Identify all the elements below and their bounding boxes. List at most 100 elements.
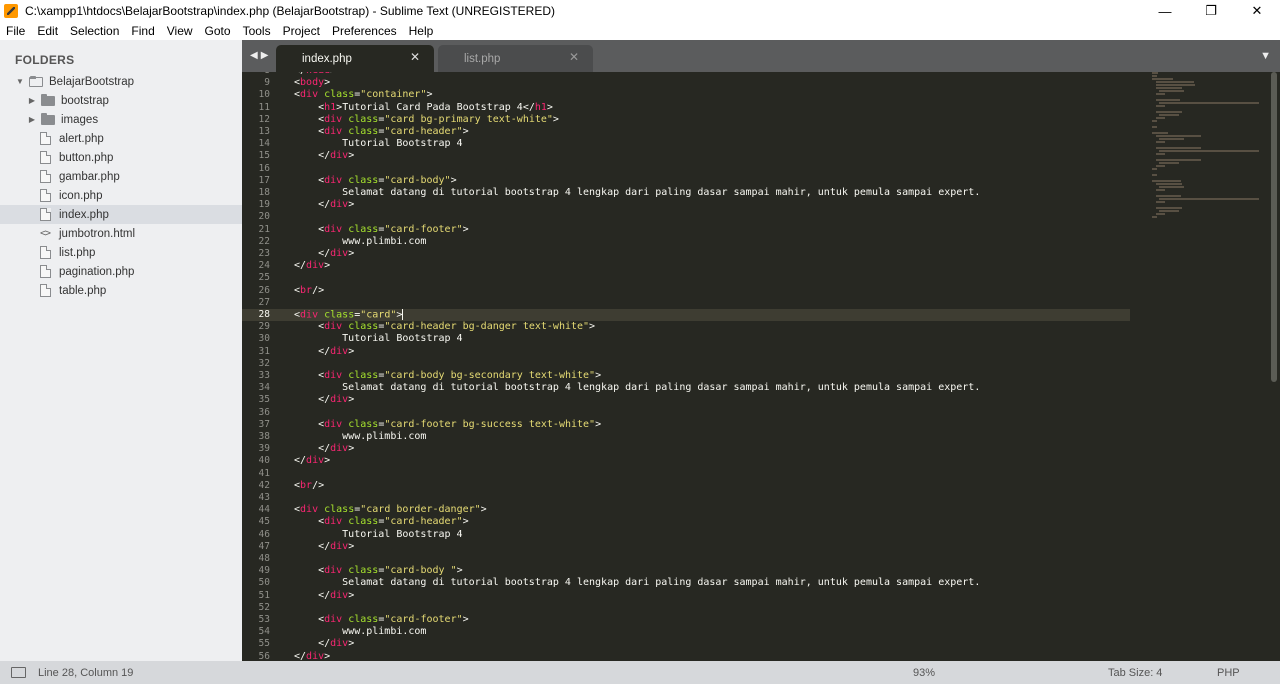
code-line[interactable] — [294, 468, 1130, 480]
code-editor[interactable]: 8910111213141516171819202122232425262728… — [242, 72, 1280, 661]
code-line[interactable] — [294, 358, 1130, 370]
code-line[interactable]: <h1>Tutorial Card Pada Bootstrap 4</h1> — [294, 102, 1130, 114]
sidebar-item-gambar-php[interactable]: gambar.php — [0, 167, 242, 186]
code-line[interactable]: <div class="card-footer"> — [294, 224, 1130, 236]
code-line[interactable]: <br/> — [294, 285, 1130, 297]
code-line[interactable]: Selamat datang di tutorial bootstrap 4 l… — [294, 382, 1130, 394]
minimap-line — [1155, 153, 1165, 155]
sidebar-item-index-php[interactable]: index.php — [0, 205, 242, 224]
sidebar-item-button-php[interactable]: button.php — [0, 148, 242, 167]
tab-close-icon[interactable]: ✕ — [410, 50, 420, 64]
code-line[interactable]: www.plimbi.com — [294, 626, 1130, 638]
code-line[interactable]: <div class="container"> — [294, 89, 1130, 101]
code-line[interactable]: <div class="card-header"> — [294, 126, 1130, 138]
line-number: 11 — [258, 101, 270, 113]
code-line[interactable]: Tutorial Bootstrap 4 — [294, 529, 1130, 541]
code-line[interactable]: Tutorial Bootstrap 4 — [294, 333, 1130, 345]
code-line[interactable]: <div class="card border-danger"> — [294, 504, 1130, 516]
code-line[interactable]: <div class="card-body bg-secondary text-… — [294, 370, 1130, 382]
code-line[interactable]: </div> — [294, 150, 1130, 162]
menu-project[interactable]: Project — [277, 24, 326, 38]
menu-help[interactable]: Help — [403, 24, 440, 38]
caret-right-icon[interactable]: ▶ — [27, 96, 37, 106]
code-line[interactable] — [294, 272, 1130, 284]
code-line[interactable]: www.plimbi.com — [294, 431, 1130, 443]
code-line[interactable]: <div class="card"> — [294, 309, 1130, 322]
syntax-selector[interactable]: PHP — [1217, 667, 1240, 679]
code-line[interactable]: <div class="card-footer bg-success text-… — [294, 419, 1130, 431]
tab-bar: ◀▶ index.php ✕ list.php ✕ ▼ — [242, 40, 1280, 72]
code-line[interactable]: <div class="card-body"> — [294, 175, 1130, 187]
caret-down-icon[interactable]: ▼ — [15, 77, 25, 87]
code-line[interactable]: Selamat datang di tutorial bootstrap 4 l… — [294, 577, 1130, 589]
close-window-button[interactable]: ✕ — [1234, 0, 1280, 22]
menu-find[interactable]: Find — [125, 24, 160, 38]
minimize-button[interactable]: — — [1142, 0, 1188, 22]
caret-right-icon[interactable]: ▶ — [27, 115, 37, 125]
tab-list-php[interactable]: list.php ✕ — [438, 45, 593, 72]
code-line[interactable] — [294, 602, 1130, 614]
code-line[interactable]: </div> — [294, 651, 1130, 661]
menu-tools[interactable]: Tools — [237, 24, 277, 38]
sidebar-item-images[interactable]: ▶ images — [0, 110, 242, 129]
code-line[interactable]: </div> — [294, 443, 1130, 455]
line-number: 9 — [264, 77, 270, 89]
code-line[interactable]: <div class="card-footer"> — [294, 614, 1130, 626]
code-line[interactable]: </div> — [294, 394, 1130, 406]
code-line[interactable] — [294, 492, 1130, 504]
code-file-icon: <> — [40, 228, 51, 239]
tree-root-folder[interactable]: ▼ BelajarBootstrap — [0, 72, 242, 91]
minimap[interactable] — [1152, 72, 1262, 218]
code-line[interactable]: <div class="card-header"> — [294, 516, 1130, 528]
sidebar-item-pagination-php[interactable]: pagination.php — [0, 262, 242, 281]
tab-close-icon[interactable]: ✕ — [569, 50, 579, 64]
sidebar-item-alert-php[interactable]: alert.php — [0, 129, 242, 148]
panel-toggle-icon[interactable] — [11, 667, 26, 678]
sidebar-item-jumbotron-html[interactable]: <> jumbotron.html — [0, 224, 242, 243]
tab-nav-arrows-icon[interactable]: ◀▶ — [250, 50, 271, 61]
code-line[interactable]: </div> — [294, 346, 1130, 358]
minimap-line — [1155, 81, 1195, 83]
minimap-line — [1155, 87, 1182, 89]
code-line[interactable]: </div> — [294, 455, 1130, 467]
menu-edit[interactable]: Edit — [31, 24, 64, 38]
menu-preferences[interactable]: Preferences — [326, 24, 403, 38]
sidebar-item-list-php[interactable]: list.php — [0, 243, 242, 262]
menu-goto[interactable]: Goto — [199, 24, 237, 38]
code-line[interactable]: </div> — [294, 590, 1130, 602]
tab-index-php[interactable]: index.php ✕ — [276, 45, 434, 72]
code-line[interactable]: <div class="card-header bg-danger text-w… — [294, 321, 1130, 333]
minimap-line — [1155, 213, 1165, 215]
code-line[interactable]: <br/> — [294, 480, 1130, 492]
sidebar-item-icon-php[interactable]: icon.php — [0, 186, 242, 205]
sublime-logo-icon — [4, 4, 18, 18]
code-line[interactable] — [294, 553, 1130, 565]
code-line[interactable] — [294, 297, 1130, 309]
code-line[interactable]: </div> — [294, 541, 1130, 553]
code-line[interactable]: <div class="card bg-primary text-white"> — [294, 114, 1130, 126]
code-line[interactable]: <div class="card-body "> — [294, 565, 1130, 577]
sidebar-item-bootstrap[interactable]: ▶ bootstrap — [0, 91, 242, 110]
minimap-line — [1159, 114, 1179, 116]
line-number: 34 — [258, 382, 270, 394]
code-area[interactable]: </head><body><div class="container"> <h1… — [294, 72, 1130, 661]
code-line[interactable] — [294, 211, 1130, 223]
menu-file[interactable]: File — [0, 24, 31, 38]
sidebar-item-table-php[interactable]: table.php — [0, 281, 242, 300]
tab-list-dropdown-icon[interactable]: ▼ — [1260, 50, 1271, 62]
code-line[interactable]: </div> — [294, 260, 1130, 272]
code-line[interactable] — [294, 163, 1130, 175]
code-line[interactable] — [294, 407, 1130, 419]
menu-view[interactable]: View — [161, 24, 199, 38]
maximize-button[interactable]: ❐ — [1188, 0, 1234, 22]
tab-size-selector[interactable]: Tab Size: 4 — [1108, 667, 1162, 679]
vertical-scrollbar[interactable] — [1271, 72, 1277, 382]
code-line[interactable]: www.plimbi.com — [294, 236, 1130, 248]
code-line[interactable]: </div> — [294, 638, 1130, 650]
code-line[interactable]: <body> — [294, 77, 1130, 89]
code-line[interactable]: Tutorial Bootstrap 4 — [294, 138, 1130, 150]
code-line[interactable]: Selamat datang di tutorial bootstrap 4 l… — [294, 187, 1130, 199]
menu-selection[interactable]: Selection — [64, 24, 125, 38]
code-line[interactable]: </div> — [294, 199, 1130, 211]
code-line[interactable]: </div> — [294, 248, 1130, 260]
